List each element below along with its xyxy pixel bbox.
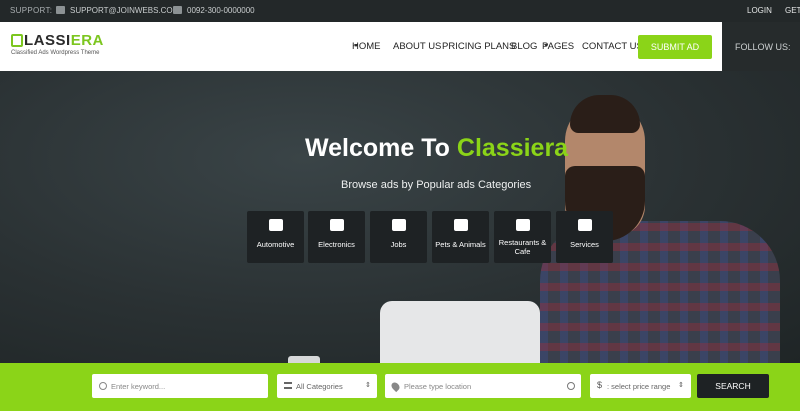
get-link[interactable]: GET — [785, 6, 800, 15]
support-label: SUPPORT: — [10, 6, 53, 15]
category-select[interactable]: All Categories ⇕ — [277, 374, 377, 398]
cup-image — [288, 356, 320, 363]
site-logo[interactable]: LASSIERA — [24, 32, 104, 49]
person-hair-image — [570, 95, 640, 133]
support-email-link[interactable]: SUPPORT@JOINWEBS.COM — [70, 6, 179, 15]
location-input[interactable]: Please type location — [385, 374, 581, 398]
category-electronics[interactable]: Electronics — [308, 211, 365, 263]
hero-section: Welcome To Classiera Browse ads by Popul… — [0, 71, 800, 363]
updown-arrow-icon: ⇕ — [365, 382, 371, 389]
hero-title: Welcome To Classiera — [305, 134, 569, 162]
list-icon — [284, 382, 292, 389]
cutlery-icon — [515, 219, 530, 231]
top-bar: SUPPORT: SUPPORT@JOINWEBS.COM 0092-300-0… — [0, 0, 800, 22]
login-link[interactable]: LOGIN — [747, 6, 772, 15]
nav-pages[interactable]: PAGES — [542, 41, 574, 52]
phone-icon — [173, 6, 182, 14]
category-restaurants-cafe[interactable]: Restaurants & Cafe — [494, 211, 551, 263]
category-pets-animals[interactable]: Pets & Animals — [432, 211, 489, 263]
follow-us-panel: FOLLOW US: — [722, 22, 800, 71]
nav-blog[interactable]: BLOG — [511, 41, 537, 52]
logo-tagline: Classified Ads Wordpress Theme — [11, 50, 100, 56]
search-icon — [99, 382, 107, 390]
logo-mark-icon[interactable] — [11, 34, 23, 47]
monitor-icon — [329, 219, 344, 231]
submit-ad-button[interactable]: SUBMIT AD — [638, 35, 712, 59]
category-jobs[interactable]: Jobs — [370, 211, 427, 263]
paw-icon — [453, 219, 468, 231]
category-automotive[interactable]: Automotive — [247, 211, 304, 263]
suit-icon — [391, 219, 406, 231]
nav-pricing-plans[interactable]: PRICING PLANS — [442, 41, 515, 52]
site-header: LASSIERA Classified Ads Wordpress Theme … — [0, 22, 722, 71]
hero-subtitle: Browse ads by Popular ads Categories — [341, 179, 532, 191]
support-phone: 0092-300-0000000 — [187, 6, 255, 15]
dollar-icon: $ — [597, 380, 603, 390]
envelope-icon — [56, 6, 65, 14]
price-range-select[interactable]: $ : select price range ⇕ — [590, 374, 691, 398]
follow-us-label: FOLLOW US: — [735, 42, 791, 52]
laptop-image — [380, 301, 540, 363]
wrench-icon — [577, 219, 592, 231]
updown-arrow-icon: ⇕ — [678, 382, 684, 389]
nav-home[interactable]: HOME — [352, 41, 381, 52]
car-icon — [268, 219, 283, 231]
nav-about-us[interactable]: ABOUT US — [393, 41, 441, 52]
search-bar: Enter keyword... All Categories ⇕ Please… — [0, 363, 800, 411]
search-button[interactable]: SEARCH — [697, 374, 769, 398]
location-pin-icon — [389, 380, 402, 393]
nav-contact-us[interactable]: CONTACT US — [582, 41, 643, 52]
locate-icon[interactable] — [567, 382, 575, 390]
category-services[interactable]: Services — [556, 211, 613, 263]
keyword-input[interactable]: Enter keyword... — [92, 374, 268, 398]
